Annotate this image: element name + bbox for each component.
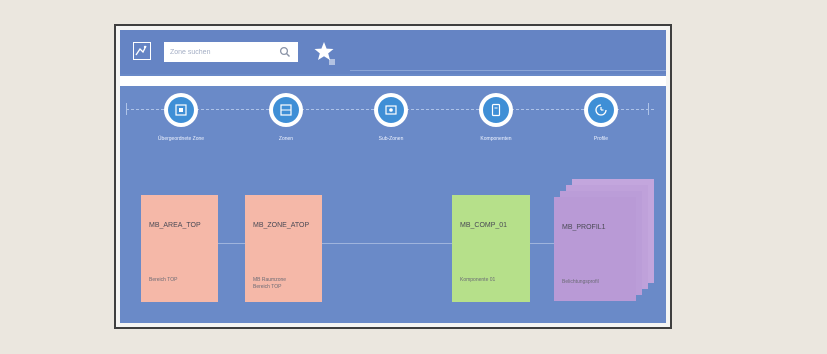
step-zones[interactable]: Zonen bbox=[246, 93, 326, 153]
card-comp-01[interactable]: MB_COMP_01 Komponente 01 bbox=[452, 195, 530, 302]
card-zone-atop[interactable]: MB_ZONE_ATOP MB Raumzone Bereich TOP bbox=[245, 195, 322, 302]
hierarchy-line-end bbox=[648, 103, 649, 115]
card-description: Belichtungsprofil bbox=[562, 279, 599, 285]
step-circle bbox=[479, 93, 513, 127]
step-label: Sub-Zonen bbox=[378, 136, 404, 142]
search-input[interactable] bbox=[170, 44, 270, 60]
card-description: MB Raumzone Bereich TOP bbox=[253, 277, 287, 290]
app-window: Übergeordnete Zone Zonen Sub-Zonen bbox=[120, 30, 666, 323]
top-toolbar bbox=[120, 30, 666, 74]
profile-icon bbox=[595, 104, 607, 116]
step-circle bbox=[584, 93, 618, 127]
step-label: Komponenten bbox=[480, 136, 512, 142]
step-circle bbox=[164, 93, 198, 127]
step-label: Übergeordnete Zone bbox=[157, 136, 205, 142]
step-circle bbox=[374, 93, 408, 127]
component-icon bbox=[491, 103, 501, 117]
step-components[interactable]: Komponenten bbox=[456, 93, 536, 153]
step-label: Zonen bbox=[278, 136, 294, 142]
card-connector bbox=[322, 243, 452, 244]
step-label: Profile bbox=[593, 136, 609, 142]
card-title: MB_ZONE_ATOP bbox=[253, 222, 310, 229]
card-area-top[interactable]: MB_AREA_TOP Bereich TOP bbox=[141, 195, 218, 302]
step-circle bbox=[269, 93, 303, 127]
card-profil1[interactable]: MB_PROFIL1 Belichtungsprofil bbox=[554, 197, 636, 301]
card-title: MB_PROFIL1 bbox=[562, 224, 606, 231]
card-connector bbox=[218, 243, 245, 244]
sub-zone-icon bbox=[385, 105, 397, 115]
step-sub-zones[interactable]: Sub-Zonen bbox=[351, 93, 431, 153]
toolbar-divider bbox=[350, 70, 666, 71]
favorites-star-icon[interactable] bbox=[314, 41, 338, 65]
zone-icon bbox=[280, 104, 292, 116]
hierarchy-line-start bbox=[126, 103, 127, 115]
step-profiles[interactable]: Profile bbox=[561, 93, 641, 153]
step-parent-zone[interactable]: Übergeordnete Zone bbox=[141, 93, 221, 153]
card-title: MB_AREA_TOP bbox=[149, 222, 201, 229]
card-description: Komponente 01 bbox=[460, 277, 496, 283]
card-connector bbox=[530, 243, 554, 244]
search-icon[interactable] bbox=[279, 46, 291, 58]
zone-icon bbox=[175, 104, 187, 116]
app-logo-icon[interactable] bbox=[133, 42, 151, 60]
search-box[interactable] bbox=[164, 42, 298, 62]
card-description: Bereich TOP bbox=[149, 277, 178, 283]
content-divider-bar bbox=[120, 76, 666, 86]
card-title: MB_COMP_01 bbox=[460, 222, 508, 229]
